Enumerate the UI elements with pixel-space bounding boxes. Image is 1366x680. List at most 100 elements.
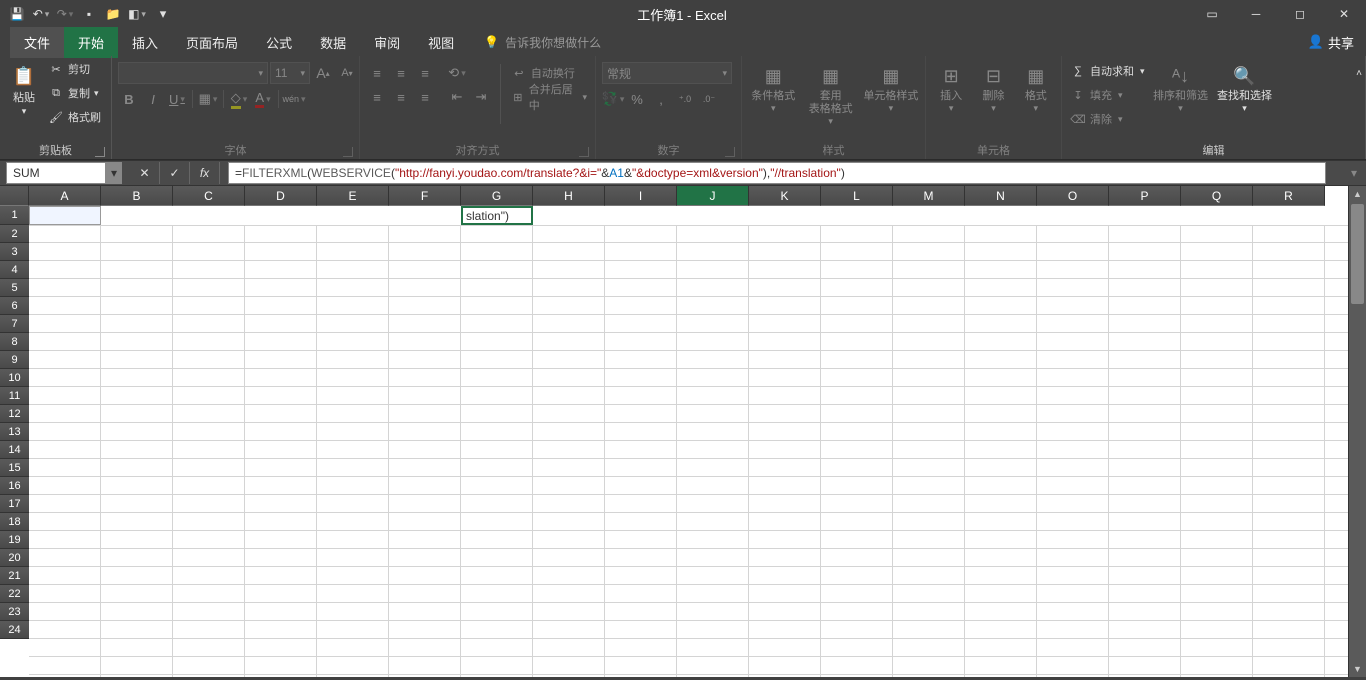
file-tab[interactable]: 文件 (10, 27, 64, 58)
find-select-button[interactable]: 🔍查找和选择▾ (1215, 58, 1275, 114)
formula-input[interactable]: =FILTERXML(WEBSERVICE("http://fanyi.youd… (228, 162, 1326, 184)
shrink-font-icon[interactable]: A▾ (336, 62, 358, 84)
column-header-Q[interactable]: Q (1181, 186, 1253, 206)
row-header-20[interactable]: 20 (0, 549, 29, 567)
cell-styles-button[interactable]: ▦单元格样式▾ (863, 58, 919, 114)
row-header-21[interactable]: 21 (0, 567, 29, 585)
row-header-10[interactable]: 10 (0, 369, 29, 387)
phonetic-button[interactable]: wén (283, 88, 305, 110)
row-header-16[interactable]: 16 (0, 477, 29, 495)
fill-button[interactable]: ↧填充▾ (1068, 84, 1147, 106)
column-header-I[interactable]: I (605, 186, 677, 206)
row-header-9[interactable]: 9 (0, 351, 29, 369)
row-header-17[interactable]: 17 (0, 495, 29, 513)
column-header-M[interactable]: M (893, 186, 965, 206)
align-right-icon[interactable]: ≡ (414, 86, 436, 108)
format-painter-button[interactable]: 🖌格式刷 (46, 106, 103, 128)
minimize-icon[interactable]: ─ (1234, 0, 1278, 28)
editing-cell[interactable]: slation") (461, 206, 533, 225)
tab-view[interactable]: 视图 (414, 27, 468, 58)
undo-icon[interactable]: ↶ (32, 5, 50, 23)
align-left-icon[interactable]: ≡ (366, 86, 388, 108)
column-header-L[interactable]: L (821, 186, 893, 206)
cut-button[interactable]: ✂剪切 (46, 58, 103, 80)
row-header-5[interactable]: 5 (0, 279, 29, 297)
name-box[interactable]: SUM (6, 162, 106, 184)
column-header-O[interactable]: O (1037, 186, 1109, 206)
vertical-scrollbar[interactable]: ▲ ▼ (1348, 186, 1366, 677)
new-icon[interactable]: ▪ (80, 5, 98, 23)
launcher-icon[interactable] (579, 147, 589, 157)
enter-formula-icon[interactable]: ✓ (160, 162, 190, 184)
row-header-19[interactable]: 19 (0, 531, 29, 549)
tell-me-search[interactable]: 💡 告诉我你想做什么 (484, 34, 601, 51)
paste-button[interactable]: 📋 粘贴 ▾ (6, 58, 42, 117)
font-name-combo[interactable]: ▾ (118, 62, 268, 84)
row-header-6[interactable]: 6 (0, 297, 29, 315)
column-header-R[interactable]: R (1253, 186, 1325, 206)
name-box-dropdown-icon[interactable]: ▾ (106, 162, 122, 184)
conditional-formatting-button[interactable]: ▦条件格式▾ (748, 58, 799, 114)
row-header-14[interactable]: 14 (0, 441, 29, 459)
font-color-button[interactable]: A (252, 88, 274, 110)
close-icon[interactable]: ✕ (1322, 0, 1366, 28)
comma-icon[interactable]: , (650, 88, 672, 110)
increase-decimal-icon[interactable]: ⁺.0 (674, 88, 696, 110)
cells-area[interactable]: slation") (29, 206, 1348, 677)
scroll-thumb[interactable] (1351, 204, 1364, 304)
row-header-2[interactable]: 2 (0, 225, 29, 243)
scroll-down-icon[interactable]: ▼ (1349, 661, 1366, 677)
row-header-13[interactable]: 13 (0, 423, 29, 441)
tab-home[interactable]: 开始 (64, 27, 118, 58)
increase-indent-icon[interactable]: ⇥ (470, 86, 492, 108)
column-header-H[interactable]: H (533, 186, 605, 206)
launcher-icon[interactable] (343, 147, 353, 157)
cancel-formula-icon[interactable]: ✕ (130, 162, 160, 184)
copy-button[interactable]: ⧉复制▾ (46, 82, 103, 104)
row-header-3[interactable]: 3 (0, 243, 29, 261)
row-header-11[interactable]: 11 (0, 387, 29, 405)
orientation-icon[interactable]: ⟲ (446, 62, 468, 84)
align-top-icon[interactable]: ≡ (366, 62, 388, 84)
fx-icon[interactable]: fx (190, 162, 220, 184)
row-header-1[interactable]: 1 (0, 206, 29, 225)
autosum-button[interactable]: ∑自动求和▾ (1068, 60, 1147, 82)
save-icon[interactable]: 💾 (8, 5, 26, 23)
align-middle-icon[interactable]: ≡ (390, 62, 412, 84)
row-header-15[interactable]: 15 (0, 459, 29, 477)
format-cells-button[interactable]: ▦格式▾ (1017, 58, 1055, 114)
row-header-23[interactable]: 23 (0, 603, 29, 621)
column-header-K[interactable]: K (749, 186, 821, 206)
redo-icon[interactable]: ↷ (56, 5, 74, 23)
currency-icon[interactable]: 💱 (602, 88, 624, 110)
format-as-table-button[interactable]: ▦套用 表格格式▾ (803, 58, 859, 127)
maximize-icon[interactable]: ◻ (1278, 0, 1322, 28)
column-header-F[interactable]: F (389, 186, 461, 206)
row-header-24[interactable]: 24 (0, 621, 29, 639)
italic-button[interactable]: I (142, 88, 164, 110)
decrease-indent-icon[interactable]: ⇤ (446, 86, 468, 108)
tab-data[interactable]: 数据 (306, 27, 360, 58)
align-bottom-icon[interactable]: ≡ (414, 62, 436, 84)
column-header-C[interactable]: C (173, 186, 245, 206)
row-header-8[interactable]: 8 (0, 333, 29, 351)
border-button[interactable]: ▦ (197, 88, 219, 110)
scroll-up-icon[interactable]: ▲ (1349, 186, 1366, 202)
tab-formulas[interactable]: 公式 (252, 27, 306, 58)
open-icon[interactable]: 📁 (104, 5, 122, 23)
ribbon-display-icon[interactable]: ▭ (1190, 0, 1234, 28)
clear-button[interactable]: ⌫清除▾ (1068, 108, 1147, 130)
row-header-7[interactable]: 7 (0, 315, 29, 333)
tab-page-layout[interactable]: 页面布局 (172, 27, 252, 58)
column-header-A[interactable]: A (29, 186, 101, 206)
column-header-D[interactable]: D (245, 186, 317, 206)
tab-review[interactable]: 审阅 (360, 27, 414, 58)
percent-icon[interactable]: % (626, 88, 648, 110)
underline-button[interactable]: U (166, 88, 188, 110)
expand-formula-bar-icon[interactable]: ▾ (1346, 162, 1362, 184)
launcher-icon[interactable] (725, 147, 735, 157)
sort-filter-button[interactable]: ᴬ↓排序和筛选▾ (1151, 58, 1211, 114)
fill-color-button[interactable]: ◇ (228, 88, 250, 110)
column-header-P[interactable]: P (1109, 186, 1181, 206)
tab-insert[interactable]: 插入 (118, 27, 172, 58)
